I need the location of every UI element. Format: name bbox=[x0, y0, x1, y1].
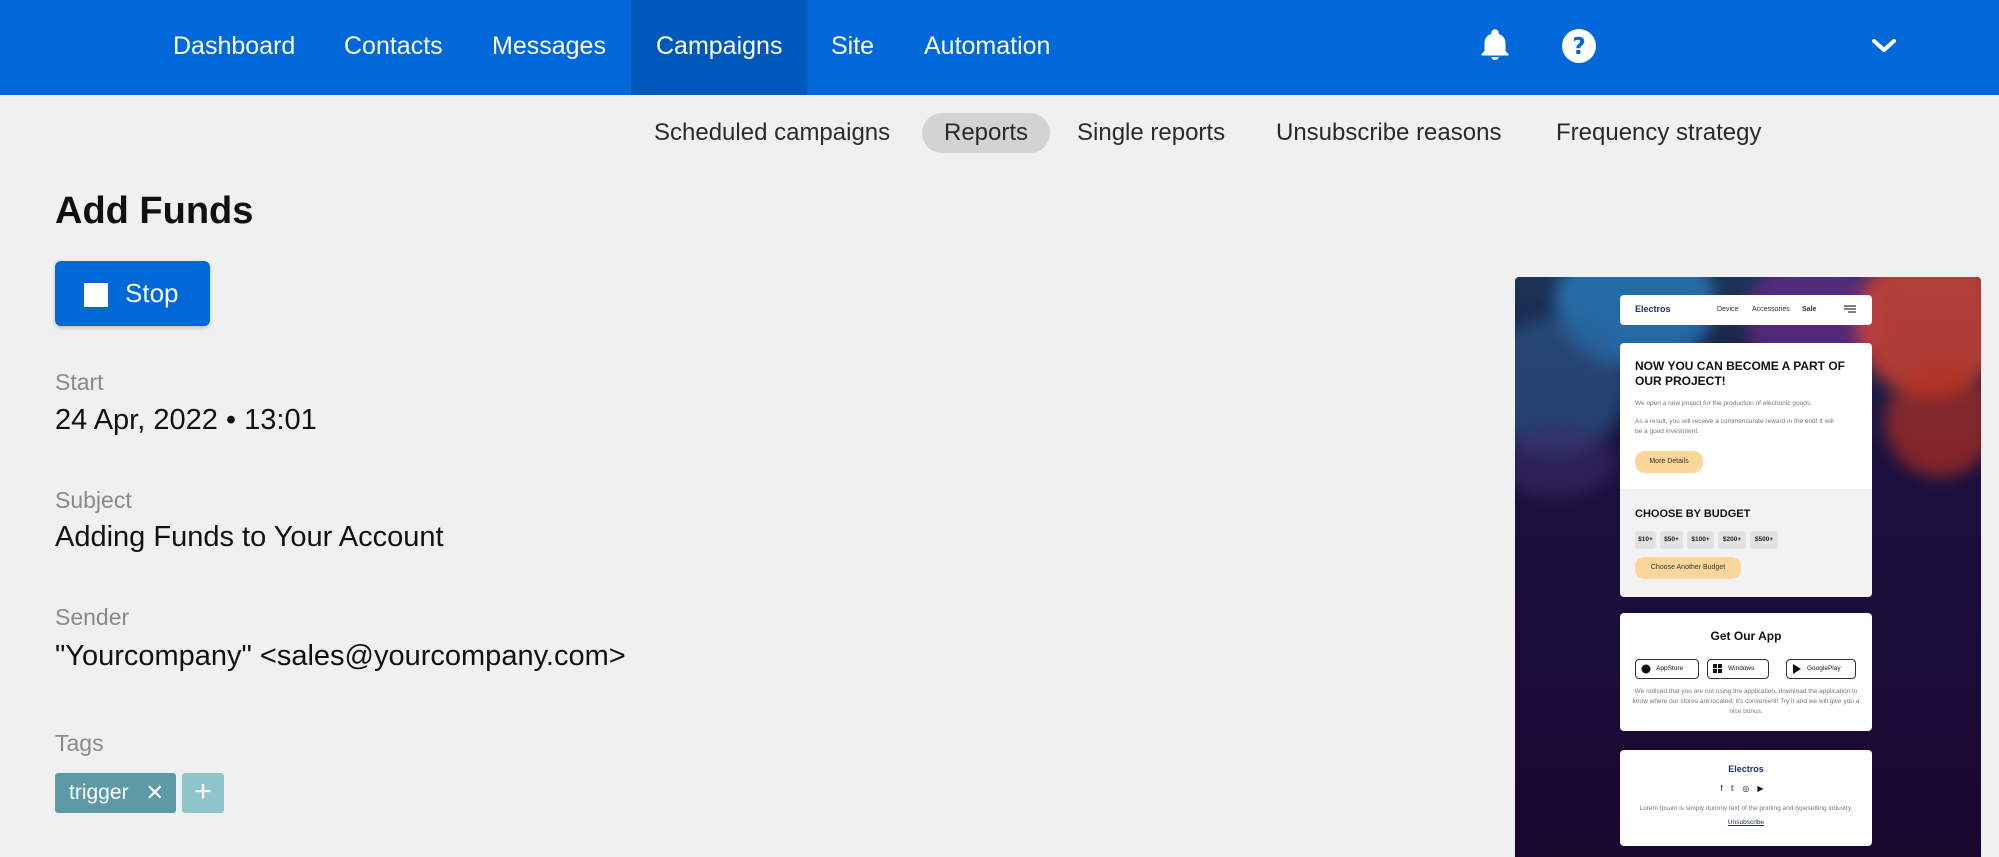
start-label: Start bbox=[55, 369, 104, 395]
stop-button[interactable]: Stop bbox=[55, 261, 210, 326]
preview-social-icons: f𝕥◎▶ bbox=[1720, 784, 1772, 793]
bell-icon[interactable] bbox=[1477, 26, 1513, 69]
preview-hero-text2: As a result, you will receive a commensu… bbox=[1635, 418, 1834, 435]
preview-footer-brand: Electros bbox=[1728, 764, 1764, 774]
nav-campaigns[interactable]: Campaigns bbox=[631, 0, 808, 95]
preview-googleplay-label: GooglePlay bbox=[1807, 665, 1841, 672]
sender-value: "Yourcompany" <sales@yourcompany.com> bbox=[55, 640, 626, 672]
preview-budget-100: $100+ bbox=[1687, 531, 1714, 549]
preview-budget-10: $10+ bbox=[1635, 531, 1656, 549]
nav-messages[interactable]: Messages bbox=[492, 0, 606, 95]
preview-app-text: We noticed that you are not using the ap… bbox=[1632, 688, 1860, 715]
subject-label: Subject bbox=[55, 487, 132, 513]
preview-menu-icon bbox=[1844, 304, 1856, 316]
nav-automation[interactable]: Automation bbox=[924, 0, 1050, 95]
help-icon[interactable]: ? bbox=[1561, 28, 1597, 69]
add-tag-button[interactable]: + bbox=[182, 773, 224, 813]
preview-windows-label: Windows bbox=[1728, 665, 1755, 672]
stop-icon bbox=[84, 283, 108, 307]
preview-unsubscribe-link: Unsubscribe bbox=[1727, 819, 1765, 826]
preview-appstore-badge: AppStore bbox=[1635, 659, 1699, 679]
preview-hero-title: NOW YOU CAN BECOME A PART OF OUR PROJECT… bbox=[1635, 359, 1845, 388]
preview-windows-badge: Windows bbox=[1707, 659, 1769, 679]
preview-budget-200: $200+ bbox=[1718, 531, 1746, 549]
tags-label: Tags bbox=[55, 730, 104, 756]
preview-budget-title: CHOOSE BY BUDGET bbox=[1635, 508, 1751, 520]
subnav-scheduled-campaigns[interactable]: Scheduled campaigns bbox=[654, 113, 890, 153]
nav-site[interactable]: Site bbox=[831, 0, 874, 95]
preview-header: Electros Device Accessories Sale bbox=[1620, 295, 1872, 325]
preview-menu-device: Device bbox=[1717, 306, 1739, 313]
remove-tag-icon[interactable]: ✕ bbox=[146, 773, 164, 813]
email-preview[interactable]: Electros Device Accessories Sale NOW YOU… bbox=[1515, 277, 1981, 857]
preview-footer-text: Lorem Ipsum is simply dummy text of the … bbox=[1639, 805, 1853, 812]
stop-button-label: Stop bbox=[125, 278, 179, 308]
subject-value: Adding Funds to Your Account bbox=[55, 521, 444, 553]
tag-chip: trigger ✕ bbox=[55, 773, 176, 813]
start-value: 24 Apr, 2022 • 13:01 bbox=[55, 404, 317, 436]
tag-label: trigger bbox=[69, 781, 129, 804]
preview-app-card: Get Our App AppStore Windows GooglePlay … bbox=[1620, 613, 1872, 731]
preview-budget-50: $50+ bbox=[1660, 531, 1683, 549]
preview-hero-card: NOW YOU CAN BECOME A PART OF OUR PROJECT… bbox=[1620, 343, 1872, 597]
preview-googleplay-badge: GooglePlay bbox=[1786, 659, 1856, 679]
chevron-down-icon[interactable] bbox=[1871, 36, 1897, 61]
preview-more-details-button: More Details bbox=[1635, 451, 1703, 473]
subnav-reports[interactable]: Reports bbox=[922, 113, 1051, 153]
subnav-single-reports[interactable]: Single reports bbox=[1077, 113, 1225, 153]
preview-footer-card: Electros f𝕥◎▶ Lorem Ipsum is simply dumm… bbox=[1620, 750, 1872, 846]
preview-menu-sale: Sale bbox=[1802, 306, 1817, 313]
page-title: Add Funds bbox=[55, 190, 254, 232]
top-nav-bar: Dashboard Contacts Messages Campaigns Si… bbox=[0, 0, 1999, 95]
svg-text:?: ? bbox=[1572, 34, 1585, 60]
preview-menu-accessories: Accessories bbox=[1752, 306, 1790, 313]
preview-hero-text1: We open a new project for the production… bbox=[1635, 400, 1812, 407]
subnav-unsubscribe-reasons[interactable]: Unsubscribe reasons bbox=[1276, 113, 1501, 153]
preview-budget-500: $500+ bbox=[1750, 531, 1778, 549]
preview-budget-button: Choose Another Budget bbox=[1635, 557, 1741, 579]
nav-dashboard[interactable]: Dashboard bbox=[173, 0, 295, 95]
nav-contacts[interactable]: Contacts bbox=[344, 0, 443, 95]
preview-brand: Electros bbox=[1635, 304, 1671, 314]
preview-app-title: Get Our App bbox=[1710, 629, 1782, 643]
sender-label: Sender bbox=[55, 604, 130, 630]
subnav-frequency-strategy[interactable]: Frequency strategy bbox=[1556, 113, 1761, 153]
preview-appstore-label: AppStore bbox=[1656, 665, 1684, 672]
